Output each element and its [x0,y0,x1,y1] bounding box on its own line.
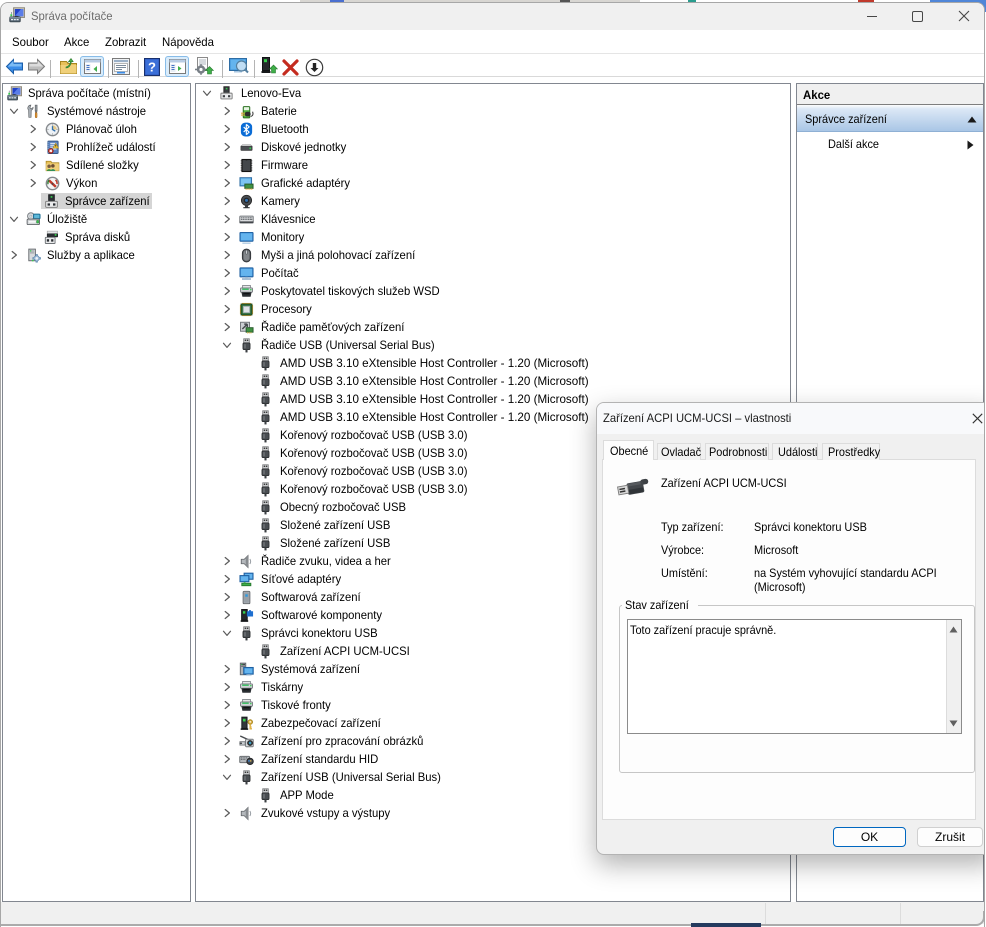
svg-text:?: ? [148,60,156,75]
